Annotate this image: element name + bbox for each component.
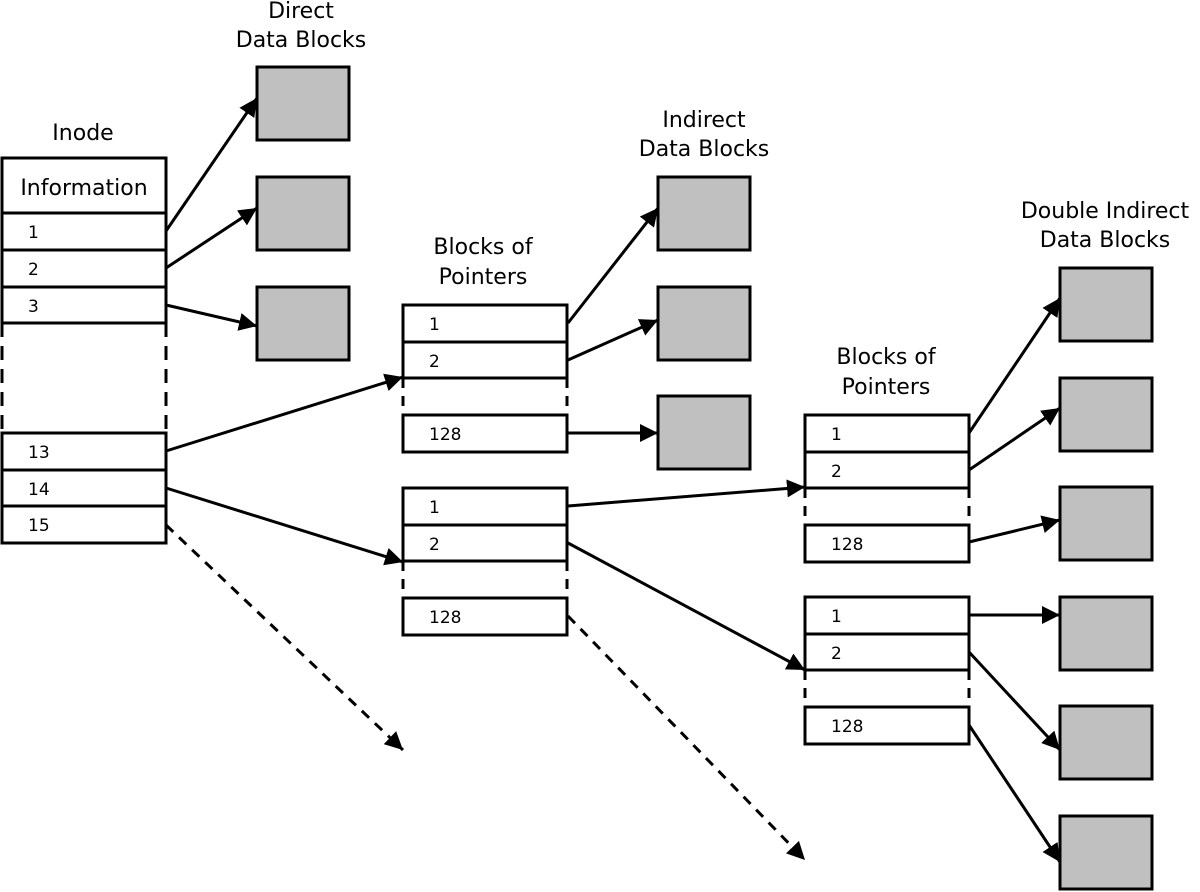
pointer-block-4-row-label: 2 <box>831 644 842 664</box>
arrow <box>567 541 806 672</box>
arrow <box>968 515 1061 544</box>
pointer-block-3-row <box>803 413 971 454</box>
double-indirect-data-block <box>1058 376 1154 453</box>
arrow <box>567 479 806 508</box>
direct-label-line1: Direct <box>268 0 334 24</box>
indirect-data-block <box>656 175 752 252</box>
inode-information-text: Information <box>20 176 147 201</box>
inode-row <box>0 211 168 252</box>
arrow <box>967 297 1062 434</box>
double-indirect-data-block <box>1058 814 1154 891</box>
indirect-data-block <box>656 394 752 471</box>
double-indirect-label-line1: Double Indirect <box>1021 199 1190 224</box>
pointers-label-line2: Pointers <box>439 265 528 290</box>
inode-row <box>0 431 168 472</box>
inode-row <box>0 468 168 508</box>
inode-row-label: 15 <box>28 516 50 536</box>
arrow <box>566 207 660 324</box>
pointer-block-2-row <box>401 486 569 527</box>
inode-row-label: 14 <box>28 480 50 500</box>
inode-row-label: 1 <box>28 223 39 243</box>
pointer-block-3-row <box>803 523 971 564</box>
inode-row <box>0 285 168 325</box>
pointers2-label-line2: Pointers <box>842 375 931 400</box>
pointers-label-line1: Blocks of <box>433 235 533 260</box>
inode-label: Inode <box>52 121 113 146</box>
pointer-block-4-row <box>803 632 971 672</box>
pointer-block-4-row <box>803 705 971 746</box>
direct-data-block <box>255 285 351 362</box>
arrow <box>968 406 1061 472</box>
indirect-label-line1: Indirect <box>662 108 746 133</box>
pointer-block-3-row-label: 128 <box>831 535 863 555</box>
pointer-block-1-row-label: 2 <box>429 352 440 372</box>
pointer-block-2-row-label: 1 <box>429 498 440 518</box>
inode-row-label: 3 <box>28 297 39 317</box>
inode-row <box>0 504 168 545</box>
pointer-block-1-row-label: 1 <box>429 315 440 335</box>
pointer-block-1-row <box>401 303 569 344</box>
pointer-block-4-row <box>803 595 971 636</box>
pointer-block-3-row <box>803 450 971 490</box>
inode-diagram: Inode Direct Data Blocks Indirect Data Block… <box>0 0 1190 891</box>
pointer-block-2-row-label: 128 <box>429 608 461 628</box>
direct-label-line2: Data Blocks <box>236 28 367 53</box>
double-indirect-data-block <box>1058 595 1154 672</box>
pointer-block-1-row <box>401 340 569 380</box>
double-indirect-data-block <box>1058 704 1154 781</box>
arrow <box>165 373 404 453</box>
pointers2-label-line1: Blocks of <box>836 345 936 370</box>
pointer-block-1-row-label: 128 <box>429 425 461 445</box>
indirect-data-block <box>656 285 752 362</box>
double-indirect-data-block <box>1058 485 1154 562</box>
pointer-block-2-row <box>401 523 569 563</box>
pointer-block-3-row-label: 1 <box>831 425 842 445</box>
pointer-block-4-row-label: 1 <box>831 607 842 627</box>
inode-row-label: 2 <box>28 260 39 280</box>
pointer-block-3-row-label: 2 <box>831 462 842 482</box>
direct-data-block <box>255 175 351 252</box>
dashed-arrow <box>164 523 405 752</box>
arrow <box>165 206 258 270</box>
pointer-block-2-row-label: 2 <box>429 535 440 555</box>
arrow <box>165 486 404 566</box>
double-indirect-label-line2: Data Blocks <box>1040 228 1171 253</box>
arrow <box>567 318 659 362</box>
arrow <box>164 97 259 232</box>
pointer-block-2-row <box>401 596 569 637</box>
double-indirect-data-block <box>1058 266 1154 343</box>
inode-row <box>0 248 168 289</box>
arrow <box>165 303 258 331</box>
inode-row-label: 13 <box>28 443 50 463</box>
indirect-label-line2: Data Blocks <box>639 137 770 162</box>
arrow <box>967 650 1062 752</box>
pointer-block-4-row-label: 128 <box>831 717 863 737</box>
pointer-block-1-row <box>401 413 569 454</box>
direct-data-block <box>255 65 351 142</box>
arrow <box>967 724 1062 863</box>
